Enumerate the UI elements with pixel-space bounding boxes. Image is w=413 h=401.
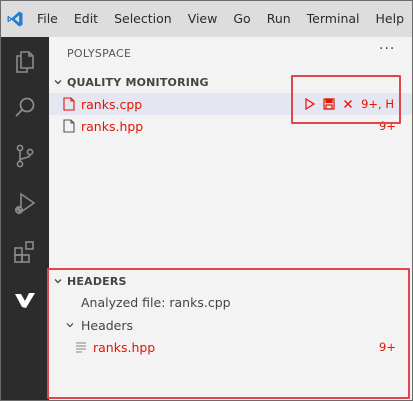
file-icon: [63, 119, 75, 133]
file-name: ranks.hpp: [93, 339, 156, 355]
quality-monitoring-header[interactable]: QUALITY MONITORING: [49, 71, 412, 93]
run-analysis-icon[interactable]: [305, 98, 316, 110]
polyspace-sidebar: POLYSPACE ··· QUALITY MONITORING ranks.c…: [49, 37, 412, 400]
headers-section-header[interactable]: HEADERS: [49, 270, 412, 292]
header-file-row[interactable]: ranks.hpp 9+: [49, 336, 412, 358]
headers-group-row[interactable]: Headers: [49, 314, 412, 336]
close-icon[interactable]: [343, 99, 353, 109]
menu-file[interactable]: File: [29, 1, 66, 37]
analyzed-file-row: Analyzed file: ranks.cpp: [49, 291, 412, 313]
analyzed-file-label: Analyzed file: ranks.cpp: [81, 294, 231, 310]
file-row-ranks-cpp[interactable]: ranks.cpp 9+, H: [49, 93, 412, 115]
chevron-down-icon: [49, 276, 67, 286]
activity-bar: [1, 37, 49, 400]
vscode-logo-icon: [1, 1, 29, 37]
file-name: ranks.cpp: [81, 96, 143, 112]
menu-bar: File Edit Selection View Go Run Terminal…: [1, 1, 412, 37]
menu-selection[interactable]: Selection: [106, 1, 180, 37]
polyspace-icon[interactable]: [1, 277, 49, 323]
chevron-down-icon: [61, 320, 79, 330]
menu-go[interactable]: Go: [225, 1, 258, 37]
quality-monitoring-label: QUALITY MONITORING: [67, 75, 209, 89]
menu-view[interactable]: View: [180, 1, 226, 37]
menu-run[interactable]: Run: [259, 1, 299, 37]
search-icon[interactable]: [1, 85, 49, 131]
headers-section-label: HEADERS: [67, 274, 127, 288]
file-actions: 9+, H: [305, 93, 394, 115]
problem-count: 9+: [379, 340, 396, 354]
window: File Edit Selection View Go Run Terminal…: [0, 0, 413, 401]
source-control-icon[interactable]: [1, 133, 49, 179]
run-debug-icon[interactable]: [1, 181, 49, 227]
sidebar-title: POLYSPACE: [67, 47, 132, 60]
save-icon[interactable]: [323, 98, 335, 110]
lines-file-icon: [75, 341, 87, 353]
extensions-icon[interactable]: [1, 229, 49, 275]
more-actions-button[interactable]: ···: [379, 41, 395, 57]
headers-group-label: Headers: [81, 317, 134, 333]
menu-help[interactable]: Help: [368, 1, 413, 37]
file-icon: [63, 97, 75, 111]
menu-terminal[interactable]: Terminal: [299, 1, 368, 37]
problem-count: 9+: [379, 119, 396, 133]
explorer-icon[interactable]: [1, 39, 49, 85]
file-row-ranks-hpp[interactable]: ranks.hpp 9+: [49, 115, 412, 137]
problem-count: 9+, H: [361, 97, 394, 111]
chevron-down-icon: [49, 77, 67, 87]
file-name: ranks.hpp: [81, 118, 144, 134]
menu-edit[interactable]: Edit: [66, 1, 106, 37]
